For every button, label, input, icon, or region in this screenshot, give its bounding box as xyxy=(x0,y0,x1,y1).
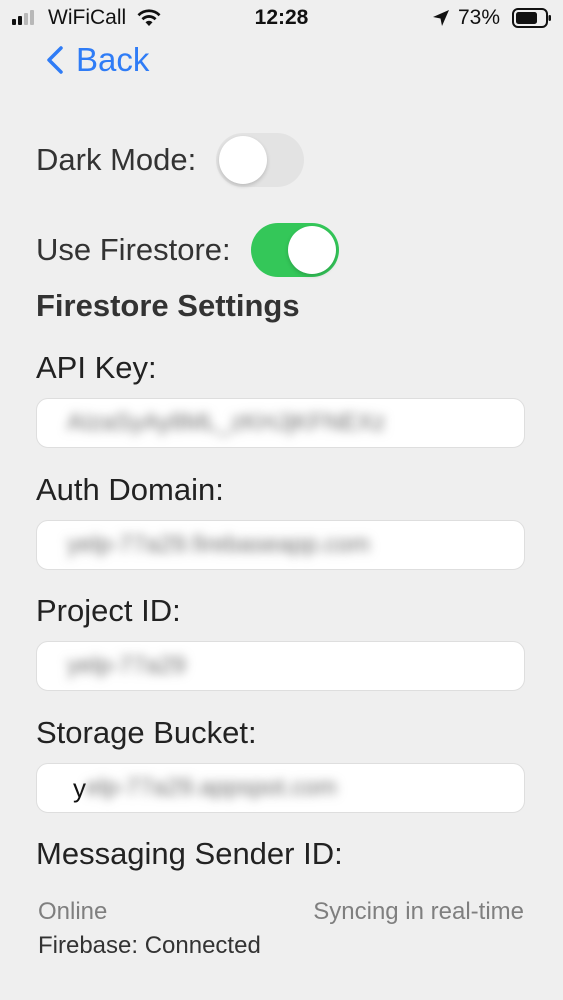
auth-domain-value: yelp-77a29.firebaseapp.com xyxy=(67,531,370,558)
auth-domain-input[interactable]: yelp-77a29.firebaseapp.com xyxy=(36,520,525,570)
api-key-label: API Key: xyxy=(36,350,157,385)
project-id-label: Project ID: xyxy=(36,593,181,628)
api-key-value: AIzaSyAy8ML_zKHJjKFNEXz xyxy=(67,409,386,436)
messaging-sender-id-label: Messaging Sender ID: xyxy=(36,836,343,871)
firebase-status: Firebase: Connected xyxy=(38,932,261,959)
project-id-input[interactable]: yelp-77a29 xyxy=(36,641,525,691)
status-bar: WiFiCall 12:28 73% xyxy=(0,0,563,38)
sync-status: Syncing in real-time xyxy=(313,898,524,925)
location-arrow-icon xyxy=(433,10,449,26)
use-firestore-label: Use Firestore: xyxy=(36,232,231,267)
toggle-knob xyxy=(287,226,336,274)
connection-status: Online xyxy=(38,898,108,925)
storage-bucket-label: Storage Bucket: xyxy=(36,715,257,750)
use-firestore-row: Use Firestore: xyxy=(36,223,339,277)
dark-mode-label: Dark Mode: xyxy=(36,142,197,177)
back-label: Back xyxy=(76,41,150,78)
dark-mode-toggle[interactable] xyxy=(216,133,305,187)
use-firestore-toggle[interactable] xyxy=(250,223,339,277)
auth-domain-label: Auth Domain: xyxy=(36,472,224,507)
storage-bucket-input[interactable]: y elp-77a29.appspot.com xyxy=(36,763,525,813)
storage-bucket-value-visible: y xyxy=(73,772,86,803)
chevron-left-icon xyxy=(47,46,63,74)
dark-mode-row: Dark Mode: xyxy=(36,133,305,187)
project-id-value: yelp-77a29 xyxy=(67,652,186,679)
api-key-input[interactable]: AIzaSyAy8ML_zKHJjKFNEXz xyxy=(36,398,525,448)
toggle-knob xyxy=(219,136,268,184)
battery-percentage: 73% xyxy=(458,6,501,29)
firestore-settings-title: Firestore Settings xyxy=(36,288,300,323)
battery-icon xyxy=(512,8,551,28)
back-button[interactable]: Back xyxy=(46,40,149,80)
storage-bucket-value-redacted: elp-77a29.appspot.com xyxy=(86,774,337,801)
